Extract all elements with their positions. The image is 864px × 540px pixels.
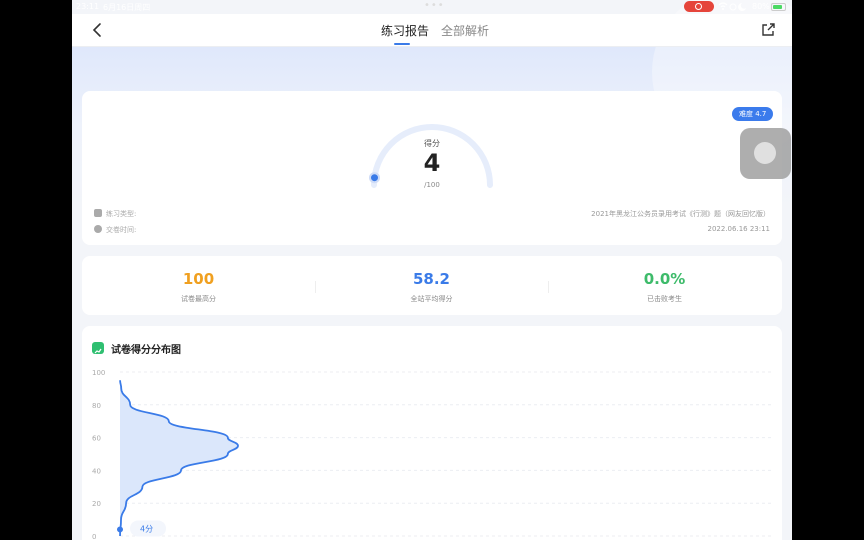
device-frame: 23:11 6月16日周四 ••• 80% 练习报告 全部解析 难度 4.7 得…: [0, 0, 864, 540]
status-date: 6月16日周四: [103, 3, 151, 12]
assistive-touch-button[interactable]: [740, 128, 791, 179]
stat-average-score: 58.2 全站平均得分: [315, 270, 548, 304]
battery-icon: [771, 3, 786, 11]
y-tick-label: 100: [92, 369, 105, 377]
submit-time-row: 交卷时间:: [94, 225, 136, 235]
wifi-icon: [718, 2, 748, 13]
distribution-chart: 100 80 60 40 20 0 4分: [92, 369, 772, 540]
multitask-dots[interactable]: •••: [424, 0, 445, 11]
stat-value: 100: [182, 270, 215, 288]
y-tick-label: 40: [92, 467, 101, 475]
y-tick-label: 0: [92, 533, 96, 540]
clock-icon: [94, 225, 102, 233]
submit-time-label: 交卷时间:: [106, 226, 137, 234]
battery-percent: 80%: [752, 2, 770, 11]
score-card: 难度 4.7 得分 4 /100 练习类型: 2021年黑龙江公务员录用考试《行…: [82, 91, 782, 245]
stat-label: 试卷最高分: [181, 295, 216, 303]
screen-record-icon[interactable]: [684, 1, 714, 12]
stat-beat-percent: 0.0% 已击败考生: [548, 270, 781, 304]
practice-type-row: 练习类型:: [94, 209, 136, 219]
back-arrow-icon[interactable]: [90, 22, 106, 38]
score-marker-dot: [117, 526, 123, 533]
nav-bar: 练习报告 全部解析: [72, 14, 792, 47]
status-bar: 23:11 6月16日周四 ••• 80%: [0, 0, 864, 14]
stat-label: 已击败考生: [647, 295, 682, 303]
document-icon: [94, 209, 102, 217]
stat-value: 0.0%: [643, 270, 686, 288]
tab-practice-report[interactable]: 练习报告: [381, 22, 429, 39]
active-tab-indicator: [394, 43, 410, 45]
trend-chart-icon: [92, 342, 104, 354]
score-label: 得分: [424, 139, 440, 148]
score-total: /100: [424, 181, 440, 189]
stats-card: 100 试卷最高分 58.2 全站平均得分 0.0% 已击败考生: [82, 256, 782, 315]
distribution-title: 试卷得分分布图: [111, 345, 181, 356]
status-time: 23:11: [76, 2, 100, 11]
difficulty-badge: 难度 4.7: [732, 107, 774, 121]
stat-highest-score: 100 试卷最高分: [82, 270, 315, 304]
score-marker-label: 4分: [140, 524, 153, 533]
stat-value: 58.2: [412, 270, 450, 288]
share-icon[interactable]: [760, 22, 776, 38]
score-value: 4: [423, 149, 441, 177]
app-screen: 练习报告 全部解析 难度 4.7 得分 4 /100 练习类型: 2021年黑龙…: [72, 0, 792, 540]
y-tick-label: 60: [92, 435, 101, 443]
stat-label: 全站平均得分: [410, 295, 453, 303]
practice-type-label: 练习类型:: [106, 210, 137, 218]
y-tick-label: 80: [92, 402, 101, 410]
tab-all-analysis[interactable]: 全部解析: [441, 22, 489, 39]
y-tick-label: 20: [92, 500, 101, 508]
submit-time-value: 2022.06.16 23:11: [707, 225, 770, 233]
practice-type-value: 2021年黑龙江公务员录用考试《行测》题（网友回忆版）: [591, 210, 770, 218]
distribution-card: 试卷得分分布图 100 80 60 40 20 0 4分: [82, 326, 782, 540]
